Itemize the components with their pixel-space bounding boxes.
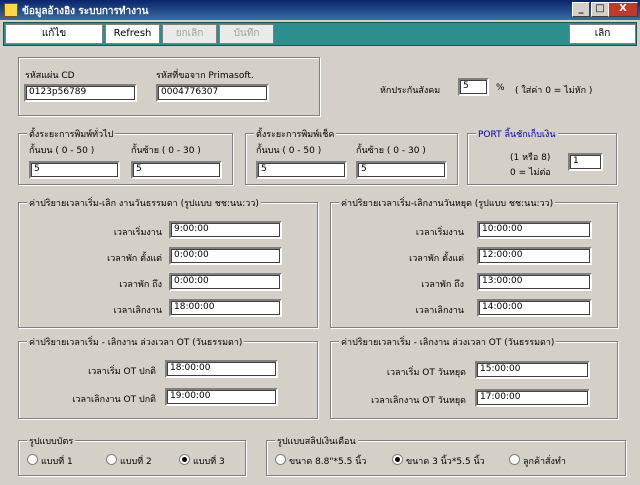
print-general-left-label: กั้นซ้าย ( 0 - 30 ) — [131, 146, 201, 156]
print-general-left-field[interactable]: 5 — [131, 161, 222, 179]
ot-normal-end-field[interactable]: 19:00:00 — [165, 388, 278, 406]
holiday-end-field[interactable]: 14:00:00 — [477, 299, 592, 317]
card-format-option-3[interactable]: แบบที่ 3 — [193, 454, 225, 468]
print-general-top-field[interactable]: 5 — [29, 161, 120, 179]
normal-break-start-label: เวลาพัก ตั้งแต่ — [107, 254, 162, 264]
holiday-break-start-label: เวลาพัก ตั้งแต่ — [409, 254, 464, 264]
holiday-break-start-field[interactable]: 12:00:00 — [477, 247, 592, 265]
primasoft-field[interactable]: 0004776307 — [156, 84, 269, 102]
card-format-radio-3[interactable] — [179, 454, 190, 465]
social-security-note: ( ใส่ค่า 0 = ไม่หัก ) — [515, 86, 593, 96]
slip-format-option-2[interactable]: ขนาด 3 นิ้ว*5.5 นิ้ว — [406, 454, 485, 468]
normal-break-end-field[interactable]: 0:00:00 — [169, 273, 282, 291]
port-hint-2: 0 = ไม่ต่อ — [510, 168, 551, 178]
window-title: ข้อมูลอ้างอิง ระบบการทำงาน — [22, 6, 149, 17]
card-format-title: รูปแบบบัตร — [27, 434, 76, 448]
minimize-button[interactable]: _ — [572, 2, 590, 17]
ot-normal-group: ค่าปริยายเวลาเริ่ม - เลิกงาน ล่วงเวลา OT… — [18, 335, 318, 419]
ot-normal-title: ค่าปริยายเวลาเริ่ม - เลิกงาน ล่วงเวลา OT… — [27, 335, 245, 349]
port-group: PORT ลิ้นชักเก็บเงิน (1 หรือ 8) 0 = ไม่ต… — [467, 127, 617, 185]
ot-holiday-end-field[interactable]: 17:00:00 — [475, 389, 590, 407]
cd-label: รหัสแผ่น CD — [25, 71, 75, 81]
slip-format-option-3[interactable]: ลูกค้าสั่งทำ — [523, 454, 566, 468]
ids-group: รหัสแผ่น CD 0123p56789 รหัสที่ขอจาก Prim… — [18, 57, 320, 116]
print-cheque-top-field[interactable]: 5 — [256, 161, 347, 179]
ot-holiday-end-label: เวลาเลิกงาน OT วันหยุด — [371, 396, 466, 406]
holiday-break-end-field[interactable]: 13:00:00 — [477, 273, 592, 291]
normal-end-label: เวลาเลิกงาน — [113, 306, 162, 316]
holiday-start-label: เวลาเริ่มงาน — [415, 228, 464, 238]
social-security-label: หักประกันสังคม — [380, 86, 441, 96]
ot-holiday-group: ค่าปริยายเวลาเริ่ม - เลิกงาน ล่วงเวลา OT… — [330, 335, 618, 419]
slip-format-group: รูปแบบสลิปเงินเดือน ขนาด 8.8"*5.5 นิ้ว ข… — [266, 434, 626, 476]
primasoft-label: รหัสที่ขอจาก Primasoft. — [156, 71, 254, 81]
card-format-radio-2[interactable] — [106, 454, 117, 465]
slip-format-option-1[interactable]: ขนาด 8.8"*5.5 นิ้ว — [289, 454, 366, 468]
normal-day-group: ค่าปริยายเวลาเริ่ม-เลิก งานวันธรรมดา (รู… — [18, 196, 318, 328]
card-format-option-2[interactable]: แบบที่ 2 — [120, 454, 152, 468]
ot-normal-start-field[interactable]: 18:00:00 — [165, 360, 278, 378]
print-cheque-top-label: กั้นบน ( 0 - 50 ) — [256, 146, 322, 156]
ot-holiday-title: ค่าปริยายเวลาเริ่ม - เลิกงาน ล่วงเวลา OT… — [339, 335, 557, 349]
card-format-group: รูปแบบบัตร แบบที่ 1 แบบที่ 2 แบบที่ 3 — [18, 434, 246, 476]
card-format-option-1[interactable]: แบบที่ 1 — [41, 454, 73, 468]
port-title: PORT ลิ้นชักเก็บเงิน — [476, 127, 558, 141]
normal-start-field[interactable]: 9:00:00 — [169, 221, 282, 239]
ot-normal-end-label: เวลาเลิกงาน OT ปกติ — [72, 395, 156, 405]
cd-field[interactable]: 0123p56789 — [24, 84, 137, 102]
refresh-button[interactable]: Refresh — [105, 24, 160, 44]
print-cheque-group: ตั้งระยะการพิมพ์เช็ค กั้นบน ( 0 - 50 ) 5… — [245, 127, 458, 185]
holiday-start-field[interactable]: 10:00:00 — [477, 221, 592, 239]
edit-button[interactable]: แก้ไข — [5, 24, 103, 44]
holiday-group: ค่าปริยายเวลาเริ่ม-เลิกงานวันหยุด (รูปแบ… — [330, 196, 618, 328]
holiday-title: ค่าปริยายเวลาเริ่ม-เลิกงานวันหยุด (รูปแบ… — [339, 196, 556, 210]
normal-day-title: ค่าปริยายเวลาเริ่ม-เลิก งานวันธรรมดา (รู… — [27, 196, 261, 210]
normal-end-field[interactable]: 18:00:00 — [169, 299, 282, 317]
app-icon — [4, 3, 18, 17]
close-button[interactable]: X — [608, 2, 638, 17]
slip-format-radio-1[interactable] — [275, 454, 286, 465]
save-button[interactable]: บันทึก — [219, 24, 274, 44]
social-security-unit: % — [496, 83, 505, 93]
normal-break-end-label: เวลาพัก ถึง — [119, 280, 162, 290]
print-cheque-left-field[interactable]: 5 — [356, 161, 447, 179]
maximize-button[interactable]: □ — [591, 2, 609, 17]
normal-break-start-field[interactable]: 0:00:00 — [169, 247, 282, 265]
print-cheque-left-label: กั้นซ้าย ( 0 - 30 ) — [356, 146, 426, 156]
cancel-button[interactable]: ยกเลิก — [162, 24, 217, 44]
print-cheque-title: ตั้งระยะการพิมพ์เช็ค — [254, 127, 337, 141]
ot-normal-start-label: เวลาเริ่ม OT ปกติ — [88, 367, 156, 377]
print-general-title: ตั้งระยะการพิมพ์ทั่วไป — [27, 127, 116, 141]
holiday-break-end-label: เวลาพัก ถึง — [421, 280, 464, 290]
ot-holiday-start-field[interactable]: 15:00:00 — [475, 361, 590, 379]
title-bar: ข้อมูลอ้างอิง ระบบการทำงาน _ □ X — [0, 0, 640, 20]
normal-start-label: เวลาเริ่มงาน — [113, 228, 162, 238]
toolbar: แก้ไข Refresh ยกเลิก บันทึก เลิก — [3, 22, 637, 46]
slip-format-title: รูปแบบสลิปเงินเดือน — [275, 434, 358, 448]
social-security-field[interactable]: 5 — [458, 78, 489, 96]
slip-format-radio-2[interactable] — [392, 454, 403, 465]
print-general-top-label: กั้นบน ( 0 - 50 ) — [29, 146, 95, 156]
port-field[interactable]: 1 — [568, 153, 603, 171]
card-format-radio-1[interactable] — [27, 454, 38, 465]
ot-holiday-start-label: เวลาเริ่ม OT วันหยุด — [386, 368, 466, 378]
exit-button[interactable]: เลิก — [569, 24, 636, 44]
print-general-group: ตั้งระยะการพิมพ์ทั่วไป กั้นบน ( 0 - 50 )… — [18, 127, 233, 185]
slip-format-radio-3[interactable] — [509, 454, 520, 465]
port-hint-1: (1 หรือ 8) — [510, 153, 551, 163]
holiday-end-label: เวลาเลิกงาน — [415, 306, 464, 316]
